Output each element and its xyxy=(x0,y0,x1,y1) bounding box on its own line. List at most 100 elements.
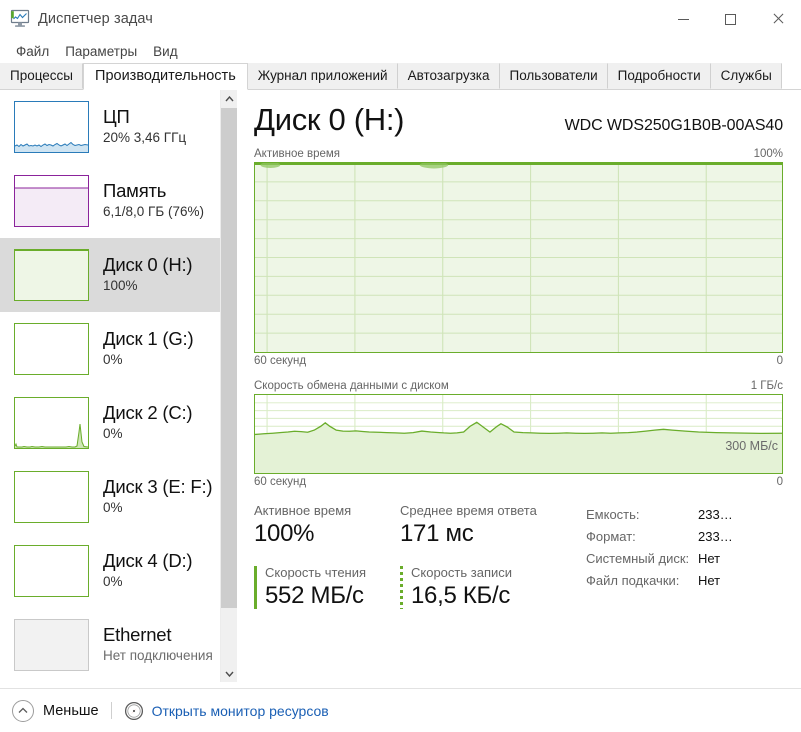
transfer-rate-axis-right: 0 xyxy=(776,476,783,488)
sidebar-item-cpu-title: ЦП xyxy=(103,106,130,128)
scrollbar-thumb[interactable] xyxy=(221,108,237,608)
disk-info-format-value: 233… xyxy=(698,529,733,544)
close-icon xyxy=(772,13,784,25)
tab-details[interactable]: Подробности xyxy=(607,63,711,89)
sidebar-item-disk2-title: Диск 2 (C:) xyxy=(103,402,193,424)
transfer-rate-graph-title: Скорость обмена данными с диском xyxy=(254,380,449,392)
sidebar-item-disk0-title: Диск 0 (H:) xyxy=(103,254,193,276)
active-time-axis-left: 60 секунд xyxy=(254,355,307,367)
stat-write-speed-value: 16,5 КБ/с xyxy=(411,581,511,609)
disk-info-page-file-value: Нет xyxy=(698,573,721,588)
menu-view[interactable]: Вид xyxy=(145,41,185,62)
sidebar-item-cpu[interactable]: ЦП 20% 3,46 ГГц xyxy=(0,90,237,164)
sidebar-item-disk0-sub: 100% xyxy=(103,278,138,294)
transfer-rate-axis-left: 60 секунд xyxy=(254,476,307,488)
minimize-icon xyxy=(678,18,689,20)
stats-row-legend: Скорость чтения 552 МБ/с Скорость записи… xyxy=(254,564,572,610)
close-button[interactable] xyxy=(754,0,801,38)
footer-bar: Меньше Открыть монитор ресурсов xyxy=(0,688,801,732)
sidebar-item-disk4[interactable]: Диск 4 (D:) 0% xyxy=(0,534,237,608)
performance-detail-panel: Диск 0 (H:) WDC WDS250G1B0B-00AS40 Актив… xyxy=(237,90,801,682)
sidebar-item-disk4-title: Диск 4 (D:) xyxy=(103,550,193,572)
sidebar-item-disk2-text: Диск 2 (C:) 0% xyxy=(103,402,193,442)
stat-read-speed-caption: Скорость чтения xyxy=(265,565,367,581)
window-title: Диспетчер задач xyxy=(38,11,153,27)
disk-info-system-disk-key: Системный диск: xyxy=(586,551,690,566)
tab-startup[interactable]: Автозагрузка xyxy=(397,63,500,89)
window-controls xyxy=(660,0,801,38)
menu-file[interactable]: Файл xyxy=(8,41,57,62)
sidebar-item-disk0[interactable]: Диск 0 (H:) 100% xyxy=(0,238,237,312)
disk1-thumbnail-chart xyxy=(14,323,89,375)
disk-info-capacity-key: Емкость: xyxy=(586,507,640,522)
scroll-down-button[interactable] xyxy=(221,665,237,682)
stat-write-speed: Скорость записи 16,5 КБ/с xyxy=(400,564,546,610)
scroll-up-button[interactable] xyxy=(221,90,237,107)
sidebar-item-disk4-sub: 0% xyxy=(103,574,123,590)
tab-users[interactable]: Пользователи xyxy=(499,63,608,89)
stats-area: Активное время 100% Среднее время ответа… xyxy=(254,502,783,611)
stat-read-speed-text: Скорость чтения 552 МБ/с xyxy=(265,564,366,610)
maximize-button[interactable] xyxy=(707,0,754,38)
sidebar-item-ethernet-sub: Нет подключения xyxy=(103,648,213,664)
sidebar-item-disk2[interactable]: Диск 2 (C:) 0% xyxy=(0,386,237,460)
active-time-graph-labels: Активное время 100% xyxy=(254,148,783,160)
device-header: Диск 0 (H:) WDC WDS250G1B0B-00AS40 xyxy=(254,90,783,135)
transfer-rate-inline-label: 300 МБ/с xyxy=(725,439,778,453)
disk-info-page-file: Файл подкачки: Нет xyxy=(586,570,783,592)
stat-write-speed-text: Скорость записи 16,5 КБ/с xyxy=(411,564,512,610)
sidebar-item-ethernet[interactable]: Ethernet Нет подключения xyxy=(0,608,237,682)
sidebar-item-disk3-title: Диск 3 (E: F:) xyxy=(103,476,213,498)
content-area: ЦП 20% 3,46 ГГц Память 6,1/8,0 ГБ (76%) xyxy=(0,90,801,682)
fewer-details-label: Меньше xyxy=(43,702,99,719)
sidebar-item-disk1[interactable]: Диск 1 (G:) 0% xyxy=(0,312,237,386)
resource-monitor-icon xyxy=(124,701,144,721)
sidebar-item-cpu-sub: 20% 3,46 ГГц xyxy=(103,130,187,146)
sidebar-item-memory-text: Память 6,1/8,0 ГБ (76%) xyxy=(103,181,204,220)
open-resource-monitor-label: Открыть монитор ресурсов xyxy=(151,702,329,719)
active-time-graph[interactable] xyxy=(254,162,783,353)
transfer-rate-graph-labels: Скорость обмена данными с диском 1 ГБ/с xyxy=(254,380,783,392)
disk-info-format: Формат: 233… xyxy=(586,526,783,548)
resource-list[interactable]: ЦП 20% 3,46 ГГц Память 6,1/8,0 ГБ (76%) xyxy=(0,90,237,682)
sidebar-item-disk3[interactable]: Диск 3 (E: F:) 0% xyxy=(0,460,237,534)
menu-options[interactable]: Параметры xyxy=(57,41,145,62)
sidebar-item-ethernet-text: Ethernet Нет подключения xyxy=(103,625,213,664)
sidebar-scrollbar[interactable] xyxy=(220,90,237,682)
stat-avg-response-caption: Среднее время ответа xyxy=(400,503,537,518)
disk-info-format-key: Формат: xyxy=(586,529,636,544)
active-time-graph-svg xyxy=(255,163,782,352)
active-time-graph-max: 100% xyxy=(753,148,783,160)
stat-read-speed-value: 552 МБ/с xyxy=(265,581,364,609)
stat-read-speed: Скорость чтения 552 МБ/с xyxy=(254,564,400,610)
footer-separator xyxy=(110,702,112,719)
read-speed-legend-icon xyxy=(254,566,257,609)
stat-avg-response-value: 171 мс xyxy=(400,519,474,547)
sidebar-item-memory[interactable]: Память 6,1/8,0 ГБ (76%) xyxy=(0,164,237,238)
tab-processes[interactable]: Процессы xyxy=(0,63,84,89)
tab-performance[interactable]: Производительность xyxy=(83,63,248,90)
active-time-graph-title: Активное время xyxy=(254,148,341,160)
tab-app-history[interactable]: Журнал приложений xyxy=(247,63,398,89)
transfer-rate-graph[interactable]: 300 МБ/с xyxy=(254,394,783,474)
sidebar-item-memory-sub: 6,1/8,0 ГБ (76%) xyxy=(103,204,204,220)
fewer-details-button[interactable]: Меньше xyxy=(12,699,99,722)
tab-services[interactable]: Службы xyxy=(710,63,782,89)
device-title: Диск 0 (H:) xyxy=(254,102,405,137)
disk-info-list: Емкость: 233… Формат: 233… Системный дис… xyxy=(572,502,783,611)
task-manager-icon xyxy=(9,9,31,29)
sidebar-item-disk4-text: Диск 4 (D:) 0% xyxy=(103,550,193,590)
maximize-icon xyxy=(725,13,736,25)
ethernet-thumbnail-chart xyxy=(14,619,89,671)
title-bar: Диспетчер задач xyxy=(0,0,801,38)
open-resource-monitor-link[interactable]: Открыть монитор ресурсов xyxy=(124,701,329,721)
transfer-rate-graph-svg xyxy=(255,395,782,473)
stat-active-time-value: 100% xyxy=(254,519,315,547)
disk-info-page-file-key: Файл подкачки: xyxy=(586,573,680,588)
device-model: WDC WDS250G1B0B-00AS40 xyxy=(564,117,783,134)
sidebar-item-disk2-sub: 0% xyxy=(103,426,123,442)
active-time-axis-right: 0 xyxy=(776,355,783,367)
minimize-button[interactable] xyxy=(660,0,707,38)
disk0-thumbnail-chart xyxy=(14,249,89,301)
task-manager-window: Диспетчер задач Файл Параметры Вид Проце… xyxy=(0,0,801,732)
